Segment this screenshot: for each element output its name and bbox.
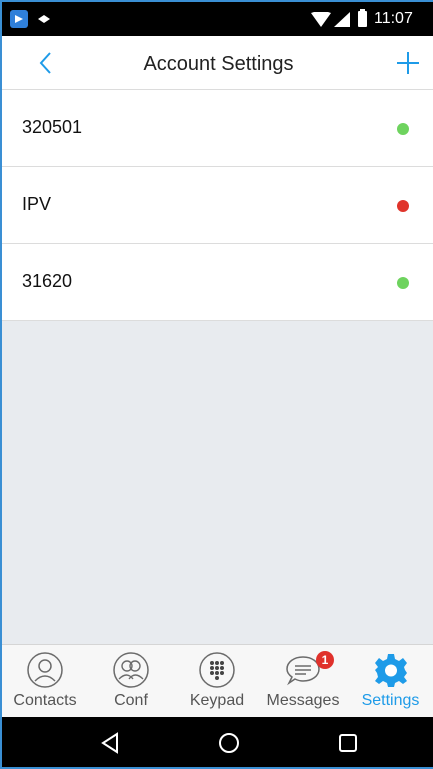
tab-contacts[interactable]: Contacts <box>2 645 88 718</box>
add-account-button[interactable] <box>394 49 422 77</box>
battery-icon <box>358 9 367 27</box>
tab-label: Keypad <box>189 692 245 709</box>
tab-settings[interactable]: Settings <box>346 645 433 718</box>
tab-conf[interactable]: Conf <box>88 645 174 718</box>
page-title: Account Settings <box>143 53 294 75</box>
account-row-ipv[interactable]: IPV <box>2 167 433 244</box>
status-bar: 11:07 <box>2 2 433 36</box>
account-row-320501[interactable]: 320501 <box>2 90 433 167</box>
tab-label: Conf <box>114 692 148 709</box>
tab-bar: Contacts Conf Keypad 1 Messages Settings <box>2 644 433 717</box>
tab-label: Contacts <box>13 692 77 709</box>
gear-icon <box>374 654 407 687</box>
tab-label: Settings <box>361 692 420 709</box>
account-name: IPV <box>22 194 52 214</box>
recents-square-icon[interactable] <box>336 731 360 755</box>
back-triangle-icon[interactable] <box>98 731 122 755</box>
app-icon <box>10 10 28 28</box>
conference-icon <box>113 652 149 688</box>
app-screen: 11:07 Account Settings 320501 IPV 31620 <box>0 0 433 769</box>
header: Account Settings <box>2 36 433 90</box>
status-dot-online <box>397 277 409 289</box>
unread-badge: 1 <box>316 651 334 669</box>
home-circle-icon[interactable] <box>217 731 241 755</box>
tab-keypad[interactable]: Keypad <box>174 645 260 718</box>
keypad-icon <box>199 652 235 688</box>
status-dot-online <box>397 123 409 135</box>
tab-label: Messages <box>266 692 340 709</box>
wifi-icon <box>311 12 331 27</box>
notification-icon <box>38 15 50 23</box>
account-row-31620[interactable]: 31620 <box>2 244 433 321</box>
system-nav-bar <box>2 717 433 767</box>
status-dot-offline <box>397 200 409 212</box>
signal-icon <box>334 12 350 27</box>
plus-icon <box>397 52 419 74</box>
tab-messages[interactable]: 1 Messages <box>260 645 346 718</box>
contact-person-icon <box>27 652 63 688</box>
account-name: 31620 <box>22 271 73 291</box>
account-list: 320501 IPV 31620 <box>2 90 433 321</box>
status-time: 11:07 <box>374 10 413 27</box>
account-name: 320501 <box>22 117 83 137</box>
